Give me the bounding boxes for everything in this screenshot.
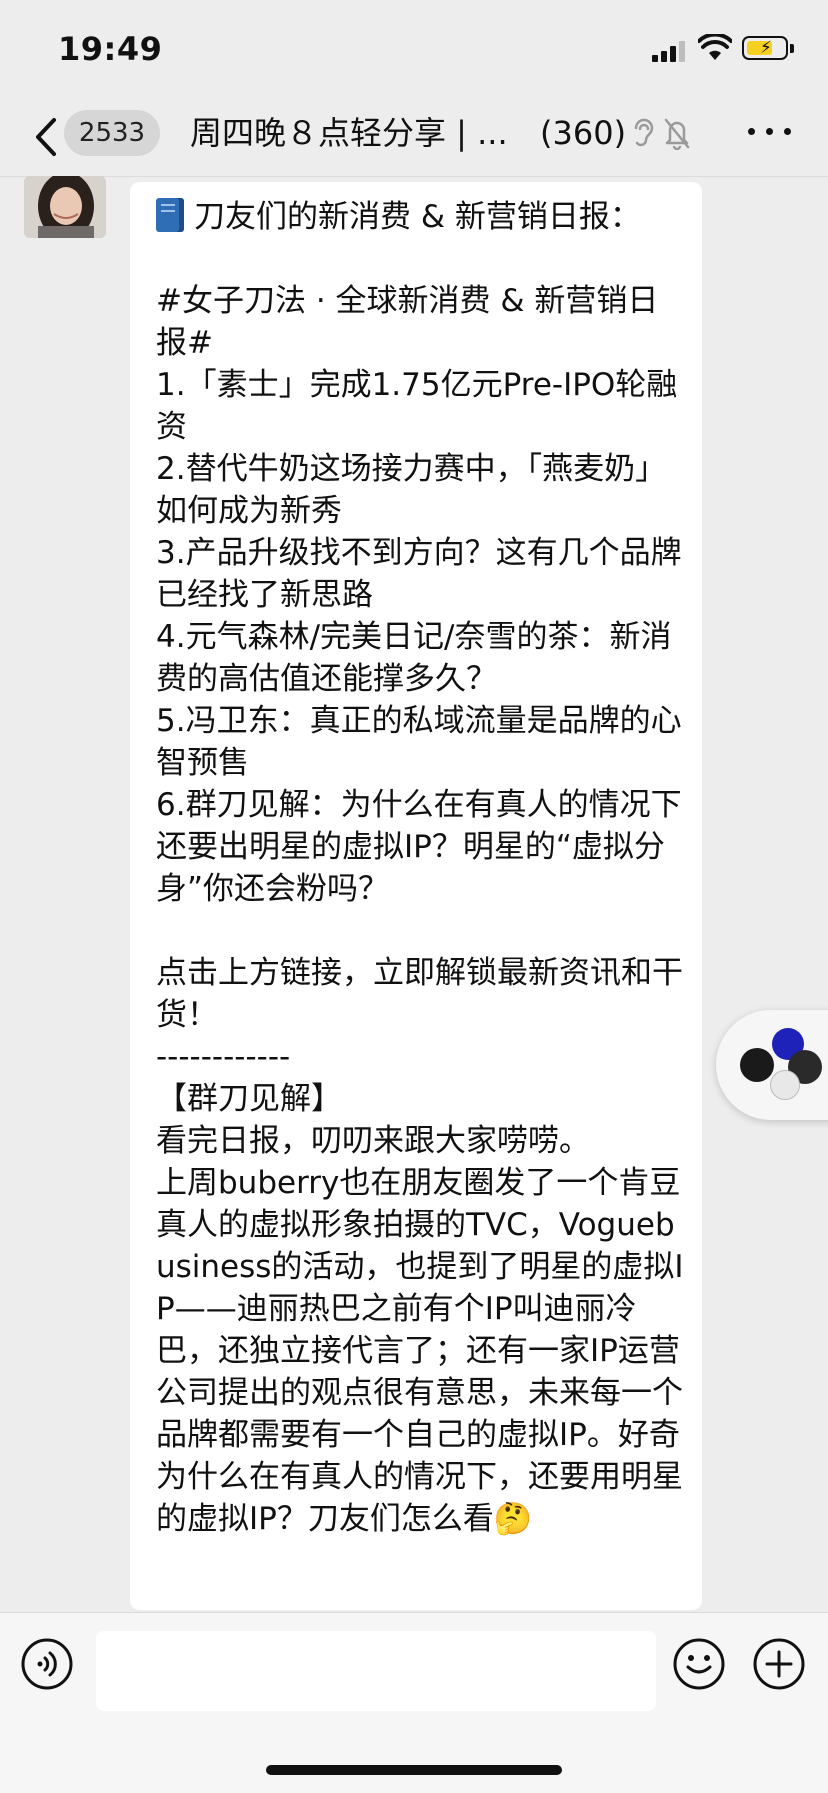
battery-icon: ⚡ xyxy=(742,36,788,60)
chat-input-bar xyxy=(0,1612,828,1793)
home-indicator[interactable] xyxy=(266,1765,562,1775)
unread-count-badge[interactable]: 2533 xyxy=(64,110,160,156)
plus-icon[interactable] xyxy=(752,1637,806,1691)
status-time: 19:49 xyxy=(58,30,163,68)
wifi-icon xyxy=(698,34,732,60)
message-body: 刀友们的新消费 & 新营销日报： #女子刀法 · 全球新消费 & 新营销日报# … xyxy=(156,199,684,1537)
ear-icon xyxy=(634,118,654,147)
status-bar: 19:49 ⚡ xyxy=(0,0,828,100)
chat-header: 2533 周四晚８点轻分享 | ... (360) xyxy=(0,100,828,177)
voice-icon[interactable] xyxy=(20,1637,74,1691)
sender-avatar[interactable] xyxy=(24,176,106,238)
floating-window-thumbnail xyxy=(740,1048,774,1082)
avatar-image xyxy=(24,176,106,238)
more-icon[interactable] xyxy=(748,122,796,142)
cellular-signal-icon xyxy=(652,40,688,62)
message-input[interactable] xyxy=(96,1631,656,1711)
floating-window-widget[interactable] xyxy=(716,1010,828,1120)
mute-bell-icon xyxy=(664,118,690,150)
back-chevron-icon[interactable] xyxy=(28,112,64,162)
charging-bolt-icon: ⚡ xyxy=(760,38,772,58)
emoji-icon[interactable] xyxy=(672,1637,726,1691)
message-text: 刀友们的新消费 & 新营销日报： #女子刀法 · 全球新消费 & 新营销日报# … xyxy=(156,196,686,1540)
book-icon xyxy=(156,198,184,232)
floating-window-thumbnail xyxy=(770,1070,800,1100)
message-bubble[interactable]: 刀友们的新消费 & 新营销日报： #女子刀法 · 全球新消费 & 新营销日报# … xyxy=(130,182,702,1610)
member-count: (360) xyxy=(540,114,627,152)
